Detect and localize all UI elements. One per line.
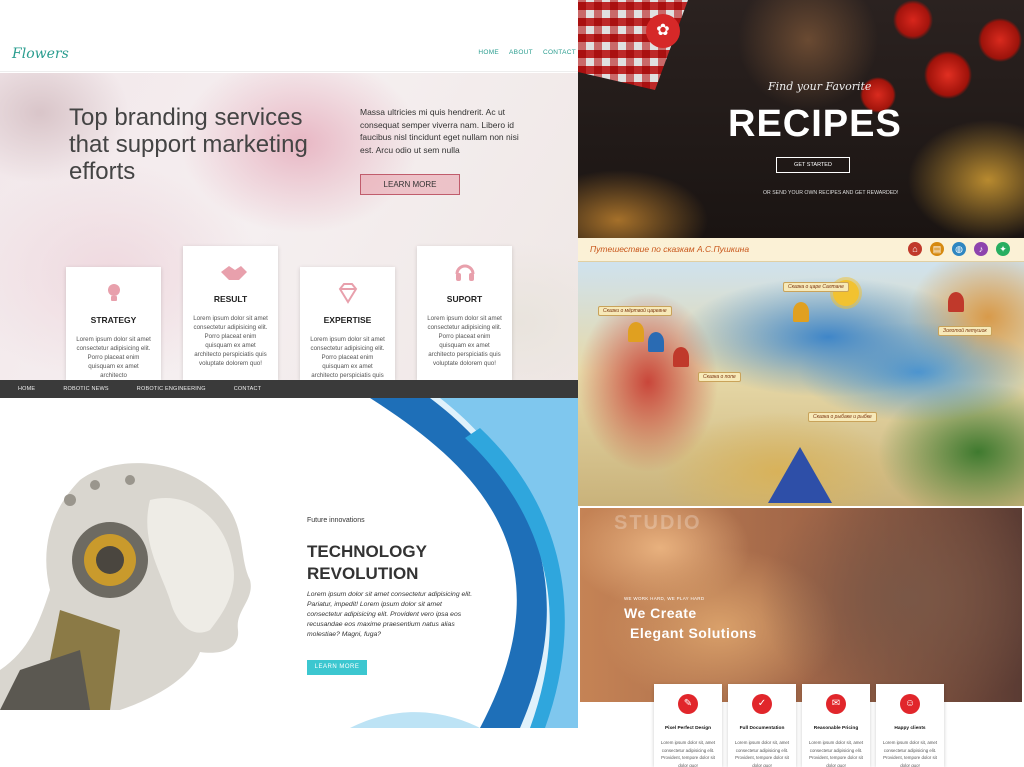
headphones-icon xyxy=(453,260,477,284)
robotics-website-panel: HOME ROBOTIC NEWS ROBOTIC ENGINEERING CO… xyxy=(0,380,578,728)
flowers-logo[interactable]: Flowers xyxy=(12,46,69,62)
nav-about-link[interactable]: ABOUT xyxy=(509,49,533,56)
tale-ribbon-link[interactable]: Сказка о попе xyxy=(698,372,741,382)
recipes-subtext: OR SEND YOUR OWN RECIPES AND GET REWARDE… xyxy=(763,190,899,196)
chef-logo-icon[interactable]: ✿ xyxy=(646,14,680,48)
card-title: EXPERTISE xyxy=(323,315,372,325)
robotics-paragraph: Lorem ipsum dolor sit amet consectetur a… xyxy=(307,591,473,638)
flowers-navbar: Flowers HOME ABOUT CONTACT xyxy=(0,38,578,72)
check-icon: ✓ xyxy=(752,694,772,714)
heading-line-1: TECHNOLOGY xyxy=(307,542,427,561)
globe-icon[interactable]: ◍ xyxy=(952,242,966,256)
fairytale-map-illustration: Сказки о мёртвой царевне Сказка о царе С… xyxy=(578,262,1024,506)
studio-small-tagline: WE WORK HARD, WE PLAY HARD xyxy=(624,596,705,601)
book-icon[interactable]: ▤ xyxy=(930,242,944,256)
flowers-learn-more-button[interactable]: LEARN MORE xyxy=(360,174,460,195)
church-dome-illustration xyxy=(648,332,664,352)
church-dome-illustration xyxy=(793,302,809,322)
home-icon[interactable]: ⌂ xyxy=(908,242,922,256)
studio-headline-line-2: Elegant Solutions xyxy=(630,625,757,641)
recipes-kicker: Find your Favorite xyxy=(768,80,872,93)
feature-text: Lorem ipsum dolor sit, amet consectetur … xyxy=(734,740,790,767)
flowers-hero-heading: Top branding services that support marke… xyxy=(69,104,308,185)
get-started-button[interactable]: GET STARTED xyxy=(776,157,850,173)
tale-ribbon-link[interactable]: Сказки о мёртвой царевне xyxy=(598,306,672,316)
tale-ribbon-link[interactable]: Золотой петушок xyxy=(938,326,992,336)
robotics-heading: TECHNOLOGY REVOLUTION xyxy=(307,541,427,585)
card-expertise: EXPERTISE Lorem ipsum dolor sit amet con… xyxy=(300,267,395,380)
tale-ribbon-link[interactable]: Сказка о рыбаке и рыбке xyxy=(808,412,877,422)
robotics-navbar: HOME ROBOTIC NEWS ROBOTIC ENGINEERING CO… xyxy=(0,380,578,398)
studio-headline-line-1: We Create xyxy=(624,605,697,621)
chat-icon: ✉ xyxy=(826,694,846,714)
feature-title: Happy clients xyxy=(894,726,926,731)
pushkin-title: Путешествие по сказкам А.С.Пушкина xyxy=(590,244,750,254)
feature-text: Lorem ipsum dolor sit, amet consectetur … xyxy=(660,740,716,767)
feature-title: Full Documentation xyxy=(739,726,785,731)
tale-ribbon-link[interactable]: Сказка о царе Салтане xyxy=(783,282,849,292)
flowers-website-panel: Flowers HOME ABOUT CONTACT Top branding … xyxy=(0,0,578,380)
studio-watermark: STUDIO xyxy=(614,512,702,534)
handshake-icon xyxy=(219,260,247,284)
pen-icon: ✎ xyxy=(678,694,698,714)
church-dome-illustration xyxy=(948,292,964,312)
feature-card-pricing: ✉ Reasonable Pricing Lorem ipsum dolor s… xyxy=(802,684,870,767)
robotics-learn-more-button[interactable]: LEARN MORE xyxy=(307,660,367,675)
feature-card-happy-clients: ☺ Happy clients Lorem ipsum dolor sit, a… xyxy=(876,684,944,767)
nav-contact-link[interactable]: CONTACT xyxy=(234,386,262,392)
recipes-title: RECIPES xyxy=(728,103,902,145)
card-strategy: STRATEGY Lorem ipsum dolor sit amet cons… xyxy=(66,267,161,380)
pushkin-header: Путешествие по сказкам А.С.Пушкина ⌂ ▤ ◍… xyxy=(578,238,1024,262)
card-support: SUPORT Lorem ipsum dolor sit amet consec… xyxy=(417,246,512,380)
nav-robotic-news-link[interactable]: ROBOTIC NEWS xyxy=(63,386,108,392)
feature-card-pixel-perfect: ✎ Pixel Perfect Design Lorem ipsum dolor… xyxy=(654,684,722,767)
feature-title: Reasonable Pricing xyxy=(813,726,859,731)
pushkin-icon-bar: ⌂ ▤ ◍ ♪ ✦ xyxy=(908,242,1010,256)
card-result: RESULT Lorem ipsum dolor sit amet consec… xyxy=(183,246,278,380)
robot-head-illustration xyxy=(0,463,251,710)
recipes-website-panel: ✿ Find your Favorite RECIPES GET STARTED… xyxy=(578,0,1024,238)
settings-icon[interactable]: ✦ xyxy=(996,242,1010,256)
nav-home-link[interactable]: HOME xyxy=(18,386,35,392)
card-text: Lorem ipsum dolor sit amet consectetur a… xyxy=(427,315,502,367)
robotics-kicker: Future innovations xyxy=(307,517,365,524)
heading-line-2: REVOLUTION xyxy=(307,564,419,583)
card-text: Lorem ipsum dolor sit amet consectetur a… xyxy=(76,336,151,379)
card-title: RESULT xyxy=(213,294,248,304)
flowers-hero-paragraph: Massa ultricies mi quis hendrerit. Ac ut… xyxy=(360,107,519,155)
music-icon[interactable]: ♪ xyxy=(974,242,988,256)
tent-illustration xyxy=(768,447,832,503)
feature-card-documentation: ✓ Full Documentation Lorem ipsum dolor s… xyxy=(728,684,796,767)
flowers-nav-links: HOME ABOUT CONTACT xyxy=(478,49,576,56)
card-text: Lorem ipsum dolor sit amet consectetur a… xyxy=(193,315,268,367)
church-dome-illustration xyxy=(628,322,644,342)
nav-contact-link[interactable]: CONTACT xyxy=(543,49,576,56)
card-title: STRATEGY xyxy=(90,315,137,325)
lightbulb-icon xyxy=(102,281,126,305)
studio-hero-background: STUDIO WE WORK HARD, WE PLAY HARD We Cre… xyxy=(580,508,1022,702)
feature-title: Pixel Perfect Design xyxy=(664,726,712,731)
people-icon: ☺ xyxy=(900,694,920,714)
church-dome-illustration xyxy=(673,347,689,367)
collage: Flowers HOME ABOUT CONTACT Top branding … xyxy=(0,0,1024,767)
pushkin-fairytale-panel: Путешествие по сказкам А.С.Пушкина ⌂ ▤ ◍… xyxy=(578,238,1024,506)
nav-robotic-engineering-link[interactable]: ROBOTIC ENGINEERING xyxy=(137,386,206,392)
card-title: SUPORT xyxy=(446,294,483,304)
robotics-nav-links: HOME ROBOTIC NEWS ROBOTIC ENGINEERING CO… xyxy=(18,386,261,392)
feature-text: Lorem ipsum dolor sit, amet consectetur … xyxy=(882,740,938,767)
card-text: Lorem ipsum dolor sit amet consectetur a… xyxy=(310,336,385,379)
feature-text: Lorem ipsum dolor sit, amet consectetur … xyxy=(808,740,864,767)
studio-website-panel: STUDIO WE WORK HARD, WE PLAY HARD We Cre… xyxy=(578,506,1024,767)
nav-home-link[interactable]: HOME xyxy=(478,49,499,56)
diamond-icon xyxy=(336,281,360,305)
